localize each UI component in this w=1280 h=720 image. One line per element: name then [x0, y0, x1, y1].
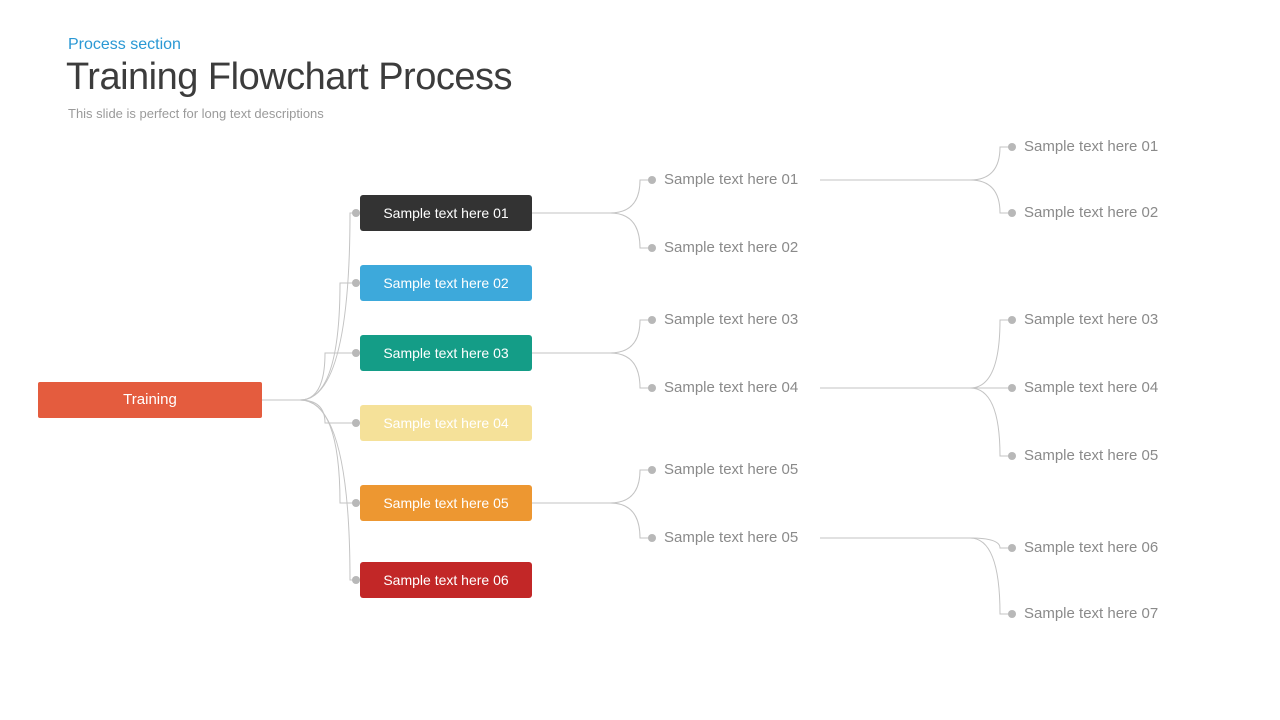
level1-node-3: Sample text here 03 — [360, 335, 532, 371]
level1-node-2: Sample text here 02 — [360, 265, 532, 301]
level3-text: Sample text here 01 — [1024, 138, 1158, 155]
connector-dot — [648, 316, 656, 324]
level2-text: Sample text here 03 — [664, 311, 798, 328]
connector-dot — [1008, 610, 1016, 618]
level3-text: Sample text here 04 — [1024, 379, 1158, 396]
connector-dot — [1008, 452, 1016, 460]
level3-text: Sample text here 03 — [1024, 311, 1158, 328]
slide-title: Training Flowchart Process — [66, 56, 512, 99]
level3-text: Sample text here 02 — [1024, 204, 1158, 221]
connector-dot — [352, 349, 360, 357]
slide-subtitle: This slide is perfect for long text desc… — [68, 106, 324, 121]
level2-text: Sample text here 05 — [664, 461, 798, 478]
root-node: Training — [38, 382, 262, 418]
connector-dot — [648, 176, 656, 184]
level3-text: Sample text here 06 — [1024, 539, 1158, 556]
level1-node-1: Sample text here 01 — [360, 195, 532, 231]
level1-node-4: Sample text here 04 — [360, 405, 532, 441]
connector-dot — [1008, 143, 1016, 151]
connector-dot — [648, 384, 656, 392]
connector-dot — [648, 466, 656, 474]
connector-dot — [352, 419, 360, 427]
level3-text: Sample text here 07 — [1024, 605, 1158, 622]
level3-text: Sample text here 05 — [1024, 447, 1158, 464]
level2-text: Sample text here 02 — [664, 239, 798, 256]
connector-dot — [352, 499, 360, 507]
slide-canvas: Process section Training Flowchart Proce… — [0, 0, 1280, 720]
connector-dot — [648, 534, 656, 542]
level1-node-6: Sample text here 06 — [360, 562, 532, 598]
connector-dot — [1008, 209, 1016, 217]
level2-text: Sample text here 05 — [664, 529, 798, 546]
level1-node-5: Sample text here 05 — [360, 485, 532, 521]
connector-dot — [352, 576, 360, 584]
connector-dot — [352, 209, 360, 217]
level2-text: Sample text here 01 — [664, 171, 798, 188]
connector-dot — [1008, 384, 1016, 392]
connector-dot — [1008, 316, 1016, 324]
connector-dot — [352, 279, 360, 287]
connector-dot — [1008, 544, 1016, 552]
connector-dot — [648, 244, 656, 252]
level2-text: Sample text here 04 — [664, 379, 798, 396]
section-eyebrow: Process section — [68, 36, 181, 54]
